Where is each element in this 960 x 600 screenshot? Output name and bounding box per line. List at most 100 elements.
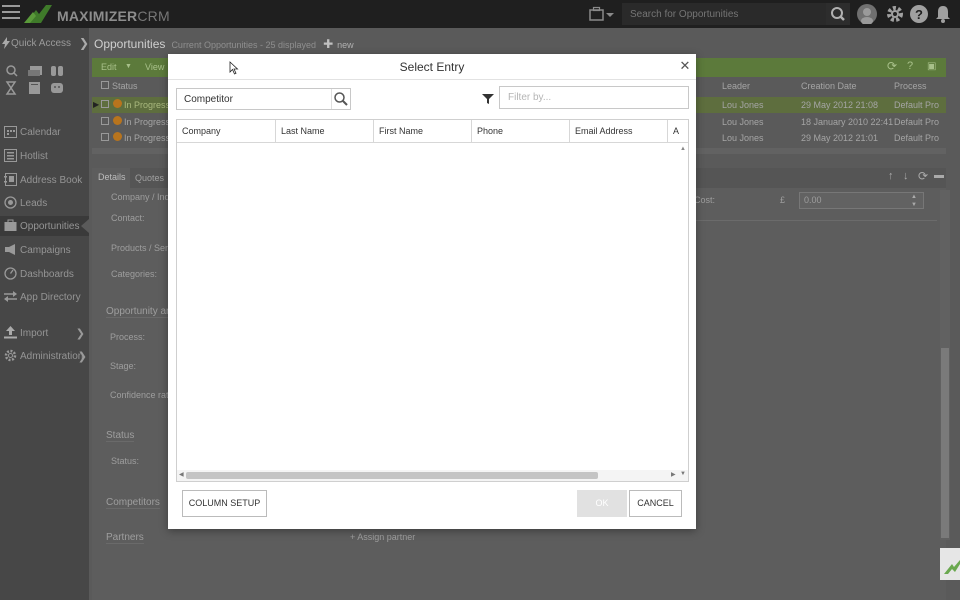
help-icon[interactable]: ? (909, 4, 929, 24)
entry-table: Company Last Name First Name Phone Email… (176, 119, 689, 482)
play-icon[interactable]: ▣ (927, 61, 936, 72)
global-search-input[interactable] (622, 3, 826, 25)
sidebar-item-import[interactable]: Import ❯ (0, 323, 89, 343)
maximizer-logo-icon (24, 5, 52, 23)
layout-icon[interactable]: ▬ (934, 170, 944, 181)
section-heading: Opportunity an (106, 306, 172, 318)
leads-icon (4, 196, 17, 209)
status-icon (113, 116, 122, 125)
refresh-icon[interactable]: ⟳ (918, 169, 928, 183)
sidebar-item-campaigns[interactable]: Campaigns (0, 240, 89, 260)
table-vertical-scrollbar[interactable]: ▲ (678, 143, 688, 470)
section-heading: Partners (106, 532, 144, 544)
sidebar-item-dashboards[interactable]: Dashboards (0, 264, 89, 284)
floating-widget[interactable] (940, 548, 960, 580)
user-avatar[interactable] (857, 4, 877, 24)
tab-details[interactable]: Details (98, 172, 126, 182)
select-entry-dialog: Select Entry ✕ Competitor Company Last N… (168, 54, 696, 529)
entity-type-value: Competitor (184, 94, 233, 105)
arrow-down-icon[interactable]: ↓ (903, 170, 909, 182)
assign-partner-link[interactable]: + Assign partner (350, 532, 415, 542)
bell-icon[interactable] (933, 4, 953, 24)
global-search-button[interactable] (826, 3, 850, 25)
column-setup-button[interactable]: COLUMN SETUP (182, 490, 267, 517)
sidebar-item-calendar[interactable]: Calendar (0, 122, 89, 142)
ok-button[interactable]: OK (577, 490, 627, 517)
select-all-checkbox[interactable] (101, 81, 109, 89)
page-header: Opportunities Current Opportunities - 25… (94, 37, 354, 51)
page-title: Opportunities (94, 37, 166, 51)
sidebar-item-leads[interactable]: Leads (0, 193, 89, 213)
scroll-left-icon[interactable]: ◀ (179, 471, 184, 478)
filter-icon (482, 94, 494, 104)
section-heading: Competitors (106, 497, 160, 509)
top-bar: MAXIMIZERCRM ? (0, 0, 960, 28)
calendar-icon (4, 126, 17, 138)
sidebar-item-hotlist[interactable]: Hotlist (0, 146, 89, 166)
row-checkbox[interactable] (101, 100, 109, 108)
cost-panel: Cost: £ 0.00 ▲ ▼ (684, 188, 937, 221)
quick-access[interactable]: Quick Access ❯ (0, 36, 89, 50)
column-header-last-name[interactable]: Last Name (276, 120, 374, 143)
horizontal-scroll-thumb[interactable] (186, 472, 598, 479)
current-row-icon: ▶ (93, 100, 100, 109)
page-subtitle: Current Opportunities - 25 displayed (171, 40, 317, 50)
sidebar: Quick Access ❯ Calendar Hotlist Address … (0, 28, 89, 600)
page-scrollbar-thumb[interactable] (941, 348, 949, 538)
active-indicator-icon (81, 219, 89, 233)
row-checkbox[interactable] (101, 117, 109, 125)
opportunities-icon (4, 219, 17, 231)
edit-menu[interactable]: Edit (101, 62, 117, 72)
arrow-up-icon[interactable]: ↑ (888, 170, 894, 182)
app-directory-icon (4, 291, 17, 302)
hotlist-icon (4, 149, 17, 162)
filter-input[interactable] (499, 86, 689, 109)
address-book-icon (4, 173, 17, 186)
column-header-address[interactable]: A (668, 120, 688, 143)
cost-input[interactable]: 0.00 ▲ ▼ (799, 192, 924, 209)
status-icon (113, 132, 122, 141)
tab-quotes[interactable]: Quotes (135, 173, 164, 183)
menu-icon[interactable] (2, 5, 20, 21)
column-header-phone[interactable]: Phone (472, 120, 570, 143)
column-header-email[interactable]: Email Address (570, 120, 668, 143)
dialog-title: Select Entry (168, 54, 696, 80)
close-icon[interactable]: ✕ (678, 59, 692, 73)
sidebar-item-app-directory[interactable]: App Directory (0, 287, 89, 307)
svg-text:?: ? (915, 7, 923, 22)
sidebar-item-administration[interactable]: Administration ❯ (0, 346, 89, 366)
view-menu[interactable]: View (145, 62, 164, 72)
scroll-up-icon[interactable]: ▲ (680, 146, 686, 152)
column-header-first-name[interactable]: First Name (374, 120, 472, 143)
table-horizontal-scrollbar[interactable]: ◀ ▶ ▼ (177, 470, 688, 481)
chevron-right-icon: ❯ (75, 328, 85, 340)
import-icon (4, 326, 17, 339)
refresh-icon[interactable]: ⟳ (887, 59, 897, 73)
cancel-button[interactable]: CANCEL (629, 490, 682, 517)
chevron-right-icon: ❯ (79, 36, 90, 50)
app-logo[interactable]: MAXIMIZERCRM (57, 8, 170, 24)
gear-icon[interactable] (885, 4, 905, 24)
briefcase-dropdown-icon[interactable] (588, 6, 616, 22)
row-checkbox[interactable] (101, 133, 109, 141)
maximizer-logo-icon (944, 560, 960, 574)
scroll-down-icon[interactable]: ▼ (680, 471, 686, 477)
entity-type-search[interactable]: Competitor (176, 88, 351, 110)
quick-access-icons[interactable] (4, 64, 72, 98)
section-heading: Status (106, 430, 135, 442)
new-button[interactable]: new (337, 40, 354, 50)
scroll-right-icon[interactable]: ▶ (671, 471, 676, 478)
spinner-icon[interactable]: ▲ ▼ (911, 193, 917, 209)
search-icon (831, 7, 845, 21)
mouse-cursor-icon (229, 61, 239, 75)
table-header: Company Last Name First Name Phone Email… (177, 120, 688, 143)
sidebar-item-opportunities[interactable]: Opportunities (0, 216, 89, 236)
lightning-icon (2, 37, 10, 49)
chevron-right-icon: ❯ (77, 351, 87, 363)
plus-icon[interactable]: ✚ (323, 37, 333, 51)
sidebar-item-address-book[interactable]: Address Book (0, 170, 89, 190)
column-header-company[interactable]: Company (177, 120, 276, 143)
help-icon[interactable]: ? (907, 60, 913, 72)
search-icon[interactable] (333, 91, 349, 107)
dashboards-icon (4, 267, 17, 280)
